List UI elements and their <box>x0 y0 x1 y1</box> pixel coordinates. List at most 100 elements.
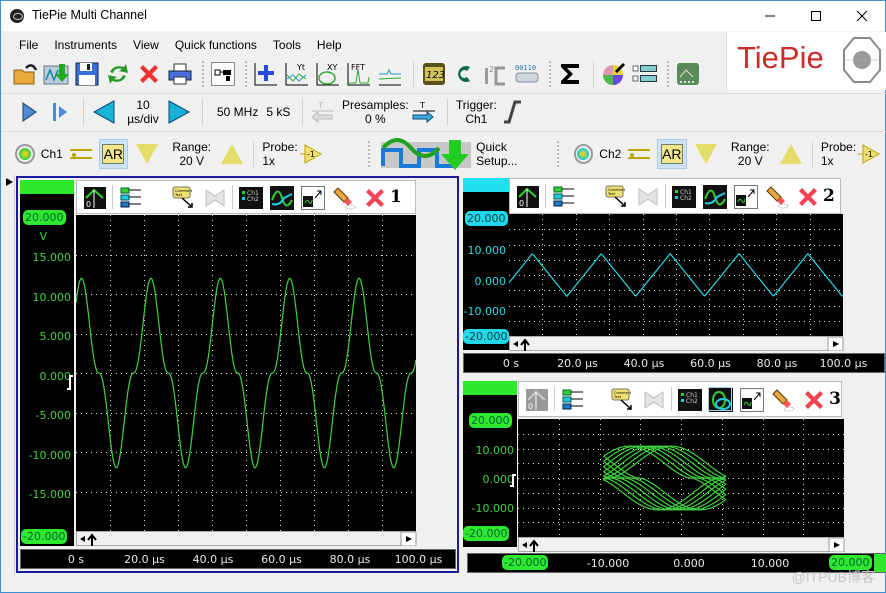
can-button[interactable] <box>451 60 479 88</box>
print-button[interactable] <box>166 60 194 88</box>
scope1-x-axis[interactable]: 0 s 20.0 µs 40.0 µs 60.0 µs 80.0 µs 100.0 µs <box>20 549 456 569</box>
close-graph-button[interactable] <box>363 186 385 208</box>
channel-align-button[interactable] <box>552 185 574 207</box>
legend-button[interactable]: Ch1 Ch2 <box>672 185 696 208</box>
meter-graph-button[interactable] <box>376 60 404 88</box>
color-picker-button[interactable] <box>600 60 628 88</box>
menu-help[interactable]: Help <box>309 38 350 52</box>
eraser-button[interactable] <box>332 186 356 210</box>
ch1-range-up-button[interactable] <box>221 143 244 164</box>
fft-graph-button[interactable]: FFT <box>345 60 373 88</box>
comment-button[interactable]: Comment Text <box>172 186 194 208</box>
waveform-style-button[interactable] <box>270 186 294 210</box>
quick-setup-label: Quick Setup... <box>476 139 518 168</box>
menu-view[interactable]: View <box>125 38 167 52</box>
timebase-display: 10 µs/div <box>121 98 165 126</box>
menu-instruments[interactable]: Instruments <box>46 38 125 52</box>
channel-align-button[interactable] <box>561 388 583 410</box>
ch1-enable-toggle[interactable] <box>15 143 35 164</box>
presamples-increase-button[interactable]: T <box>410 98 438 126</box>
i2c-button[interactable]: 2 <box>482 60 510 88</box>
scope2-scrollbar[interactable] <box>509 336 844 352</box>
comment-button[interactable]: Comment Text <box>605 185 627 207</box>
eraser-button[interactable] <box>765 185 789 209</box>
trigger-display[interactable]: Trigger: Ch1 <box>454 98 498 126</box>
refresh-button[interactable] <box>104 60 132 88</box>
ch2-coupling-dc-icon[interactable] <box>628 148 651 159</box>
waveform-style-button[interactable] <box>703 185 727 209</box>
channel-align-button[interactable] <box>119 186 141 208</box>
record-length[interactable]: 5 kS <box>266 105 290 119</box>
start-button[interactable] <box>15 98 43 126</box>
scope2-x-axis[interactable]: 0 s 20.0 µs 40.0 µs 60.0 µs 80.0 µs 100.0 µs <box>463 353 885 373</box>
scope3-y-axis[interactable]: 20.000 10.000 0.000 -10.000 -20.000 <box>463 381 517 547</box>
close-graph-button[interactable] <box>802 388 824 410</box>
minimize-button[interactable] <box>747 1 793 31</box>
ch1-invert-button[interactable]: -1 <box>298 140 326 168</box>
scope3-y-top[interactable]: 20.000 <box>469 413 512 428</box>
ch2-range-down-button[interactable] <box>694 143 717 164</box>
scope1-plot[interactable] <box>75 215 417 531</box>
load-waveform-button[interactable] <box>42 60 70 88</box>
ch2-invert-button[interactable]: -1 <box>856 140 884 168</box>
scope-3: 20.000 10.000 0.000 -10.000 -20.000 0 Comme… <box>461 379 886 575</box>
scope3-y-bottom[interactable]: -20.000 <box>463 526 510 541</box>
scope2-y-axis[interactable]: 20.000 10.000 0.000 -10.000 -20.000 <box>463 178 510 350</box>
channel-select-button[interactable] <box>631 60 659 88</box>
xy-graph-button[interactable]: XY <box>314 60 342 88</box>
zero-offset-button[interactable]: 0 <box>516 185 539 208</box>
save-button[interactable] <box>73 60 101 88</box>
timebase-decrease-button[interactable] <box>90 98 118 126</box>
close-button[interactable] <box>839 1 885 31</box>
sample-rate[interactable]: 50 MHz <box>217 105 258 119</box>
ch1-coupling-dc-icon[interactable] <box>69 148 92 159</box>
legend-button[interactable]: Ch1 Ch2 <box>678 388 703 411</box>
xy-plot-button[interactable] <box>708 387 734 412</box>
sigma-button[interactable] <box>556 60 584 88</box>
scope3-scrollbar[interactable] <box>518 537 845 553</box>
undock-graph-button[interactable] <box>734 185 758 209</box>
scope2-y-bottom[interactable]: -20.000 <box>463 329 510 344</box>
maximize-button[interactable] <box>793 1 839 31</box>
timebase-increase-button[interactable] <box>165 98 193 126</box>
trigger-level-marker-icon[interactable] <box>509 474 517 488</box>
undock-graph-button[interactable] <box>740 388 765 412</box>
serial-button[interactable]: 00110 <box>513 60 541 88</box>
scope3-x-left[interactable]: -20.000 <box>502 555 549 570</box>
scope3-plot[interactable] <box>518 419 844 537</box>
scope1-y-top[interactable]: 20.000 <box>23 210 66 225</box>
scope1-y-bottom[interactable]: -20.000 <box>21 529 68 544</box>
legend-button[interactable]: Ch1 Ch2 <box>239 186 263 209</box>
scope1-y-axis[interactable]: 20.000 V 15.000 10.000 5.000 0.000 -5.000 -10… <box>20 180 74 546</box>
scope2-plot[interactable] <box>508 214 844 336</box>
ch1-range-value: 20 V <box>179 153 205 168</box>
close-graph-button[interactable] <box>796 185 818 207</box>
trigger-level-marker-icon[interactable] <box>66 375 74 391</box>
new-graph-button[interactable] <box>252 60 280 88</box>
connection-diagram-button[interactable] <box>209 60 237 88</box>
menu-tools[interactable]: Tools <box>265 38 309 52</box>
eraser-button[interactable] <box>771 388 795 412</box>
scope1-scrollbar[interactable] <box>76 531 417 547</box>
ch2-autorange-button[interactable]: AR <box>657 138 687 169</box>
ch2-enable-toggle[interactable] <box>573 143 594 164</box>
ch2-range-up-button[interactable] <box>779 143 802 164</box>
undock-graph-button[interactable] <box>301 186 325 210</box>
generator-button[interactable] <box>674 60 702 88</box>
zero-offset-button[interactable]: 0 <box>83 186 106 209</box>
comment-button[interactable]: Comment Text <box>611 388 633 410</box>
menu-file[interactable]: File <box>11 38 46 52</box>
delete-button[interactable] <box>135 60 163 88</box>
ch1-autorange-button[interactable]: AR <box>98 138 129 169</box>
quick-setup-button[interactable]: Quick Setup... <box>379 136 550 172</box>
yt-graph-button[interactable]: Yt <box>283 60 311 88</box>
scope2-y-top[interactable]: 20.000 <box>465 211 508 226</box>
trigger-slope-button[interactable] <box>498 98 526 126</box>
ch1-range-down-button[interactable] <box>136 143 159 164</box>
single-shot-button[interactable] <box>46 98 74 126</box>
menu-quick-functions[interactable]: Quick functions <box>167 38 265 52</box>
side-panel-toggle[interactable] <box>3 175 15 575</box>
open-button[interactable] <box>11 60 39 88</box>
ch2-probe-value: 1x <box>820 153 834 168</box>
numeric-meter-button[interactable]: 123 <box>420 60 448 88</box>
